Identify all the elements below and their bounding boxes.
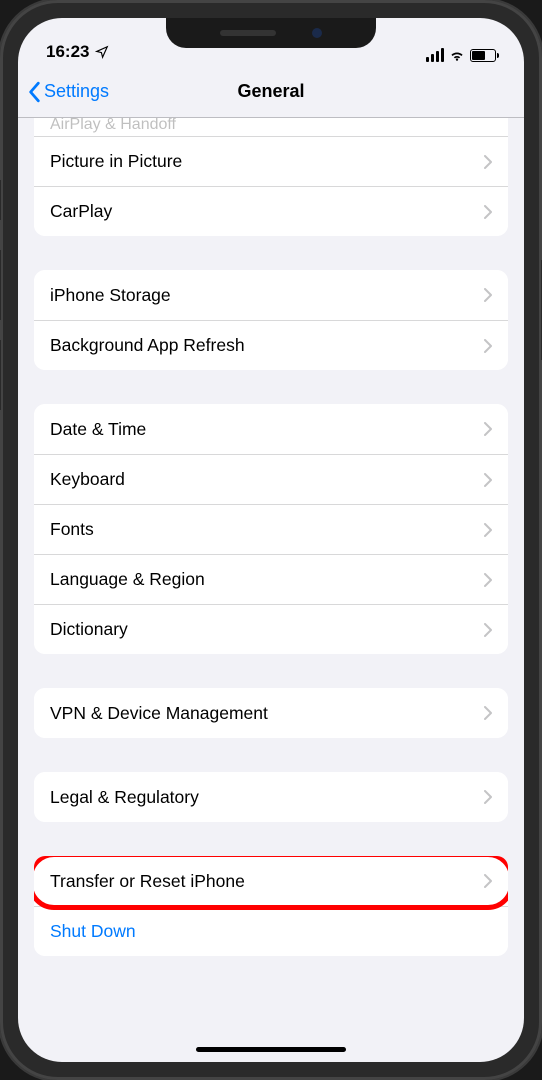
row-label: Date & Time — [50, 419, 484, 440]
nav-bar: Settings General — [18, 66, 524, 118]
row-label: Language & Region — [50, 569, 484, 590]
chevron-right-icon — [484, 339, 492, 353]
row-transfer-reset-iphone[interactable]: Transfer or Reset iPhone — [34, 856, 508, 906]
back-label: Settings — [44, 81, 109, 102]
chevron-right-icon — [484, 422, 492, 436]
row-vpn-device-management[interactable]: VPN & Device Management — [34, 688, 508, 738]
chevron-right-icon — [484, 523, 492, 537]
row-label: Legal & Regulatory — [50, 787, 484, 808]
chevron-right-icon — [484, 205, 492, 219]
row-carplay[interactable]: CarPlay — [34, 186, 508, 236]
row-label: Picture in Picture — [50, 151, 484, 172]
settings-group: iPhone Storage Background App Refresh — [34, 270, 508, 370]
row-dictionary[interactable]: Dictionary — [34, 604, 508, 654]
chevron-right-icon — [484, 706, 492, 720]
settings-group: Legal & Regulatory — [34, 772, 508, 822]
row-label: CarPlay — [50, 201, 484, 222]
wifi-icon — [449, 49, 465, 61]
location-icon — [95, 45, 109, 59]
settings-group: VPN & Device Management — [34, 688, 508, 738]
settings-list[interactable]: AirPlay & Handoff Picture in Picture CarPl… — [18, 118, 524, 1052]
chevron-right-icon — [484, 288, 492, 302]
row-partial[interactable]: AirPlay & Handoff — [34, 118, 508, 136]
row-shut-down[interactable]: Shut Down — [34, 906, 508, 956]
chevron-left-icon — [28, 81, 42, 103]
chevron-right-icon — [484, 874, 492, 888]
row-keyboard[interactable]: Keyboard — [34, 454, 508, 504]
back-button[interactable]: Settings — [28, 81, 109, 103]
row-language-region[interactable]: Language & Region — [34, 554, 508, 604]
chevron-right-icon — [484, 473, 492, 487]
row-label: Dictionary — [50, 619, 484, 640]
row-legal-regulatory[interactable]: Legal & Regulatory — [34, 772, 508, 822]
home-indicator[interactable] — [196, 1047, 346, 1052]
settings-group: Date & Time Keyboard Fonts Language & Regio… — [34, 404, 508, 654]
chevron-right-icon — [484, 573, 492, 587]
row-background-app-refresh[interactable]: Background App Refresh — [34, 320, 508, 370]
row-label: iPhone Storage — [50, 285, 484, 306]
row-label: Fonts — [50, 519, 484, 540]
row-picture-in-picture[interactable]: Picture in Picture — [34, 136, 508, 186]
row-label: AirPlay & Handoff — [50, 118, 492, 134]
chevron-right-icon — [484, 623, 492, 637]
row-label: Background App Refresh — [50, 335, 484, 356]
chevron-right-icon — [484, 155, 492, 169]
row-label: Keyboard — [50, 469, 484, 490]
row-iphone-storage[interactable]: iPhone Storage — [34, 270, 508, 320]
row-label: VPN & Device Management — [50, 703, 484, 724]
settings-group: AirPlay & Handoff Picture in Picture CarPl… — [34, 118, 508, 236]
row-date-time[interactable]: Date & Time — [34, 404, 508, 454]
chevron-right-icon — [484, 790, 492, 804]
cell-signal-icon — [426, 48, 444, 62]
battery-icon — [470, 49, 496, 62]
row-label: Transfer or Reset iPhone — [50, 871, 484, 892]
row-label: Shut Down — [50, 921, 492, 942]
row-fonts[interactable]: Fonts — [34, 504, 508, 554]
status-time: 16:23 — [46, 42, 89, 62]
page-title: General — [237, 81, 304, 102]
settings-group: Transfer or Reset iPhone Shut Down — [34, 856, 508, 956]
